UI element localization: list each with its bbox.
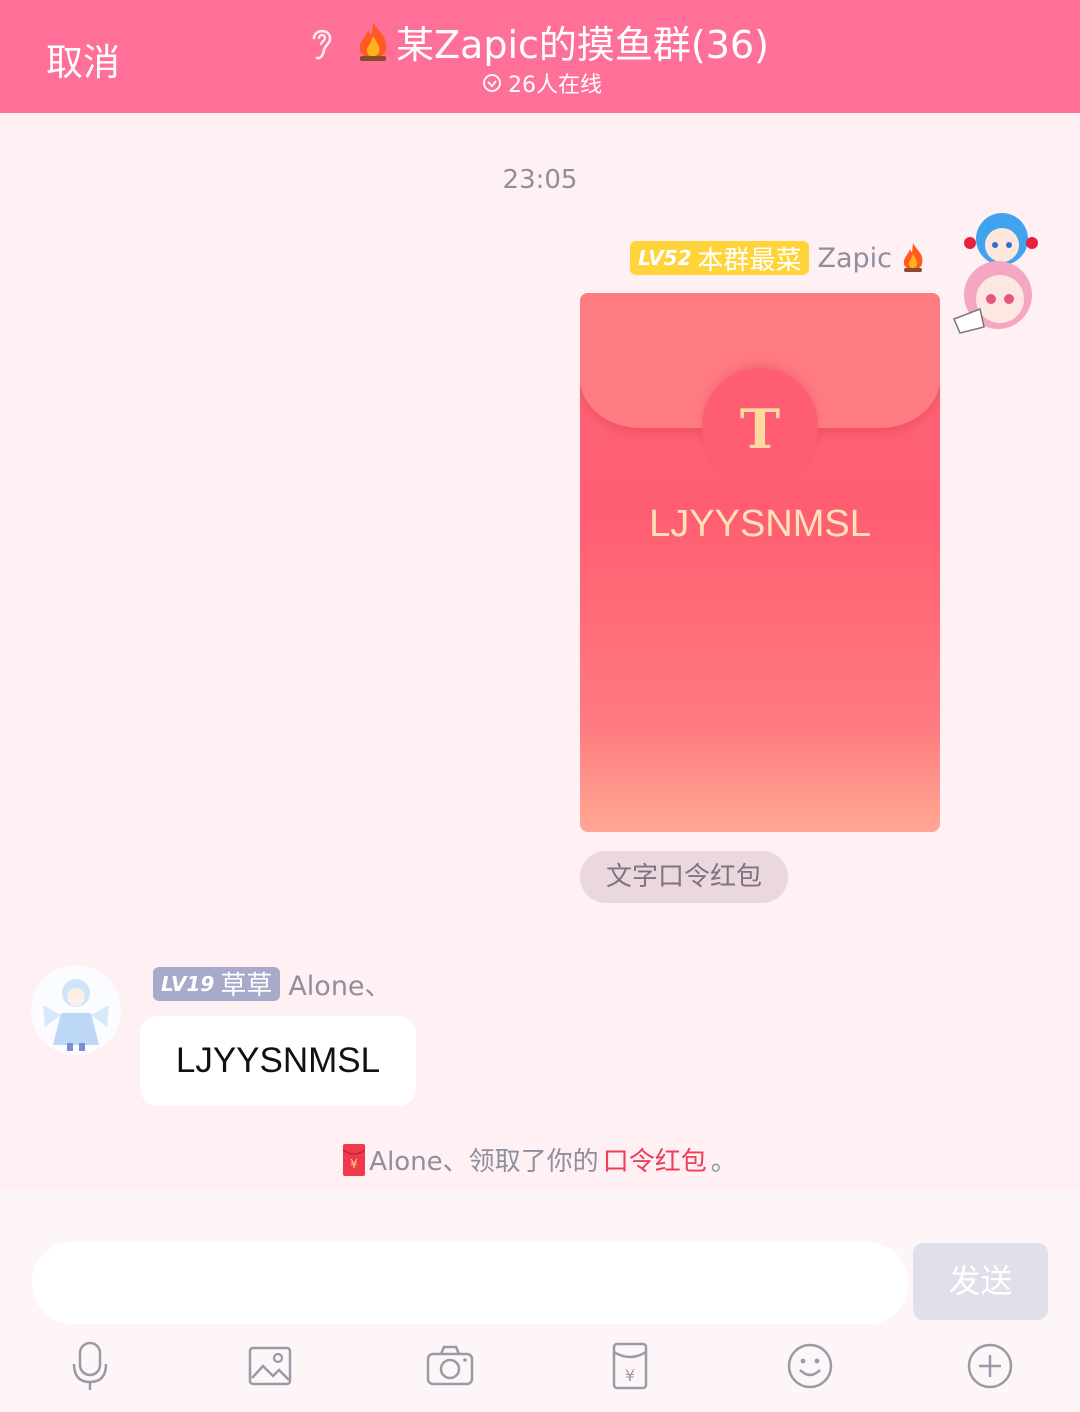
red-packet-icon: ¥: [343, 1143, 366, 1176]
composer-bar: 发送 ¥: [0, 1190, 1080, 1412]
other-sender-row: LV19 草草 Alone、: [153, 964, 392, 1003]
mic-icon[interactable]: [65, 1340, 115, 1392]
red-packet-card[interactable]: T LJYYSNMSL: [580, 293, 940, 832]
level-text: LV19: [161, 971, 215, 996]
level-badge: LV52 本群最菜: [630, 241, 810, 276]
sender-name: Alone、: [288, 971, 392, 1002]
emoji-icon[interactable]: [785, 1340, 835, 1392]
red-packet-code: LJYYSNMSL: [649, 503, 871, 545]
camera-icon[interactable]: [425, 1340, 475, 1392]
system-message-suffix: 。: [710, 1147, 737, 1177]
title-text: 草草: [220, 971, 273, 1001]
fire-icon: [903, 243, 923, 272]
sender-name: Zapic: [817, 242, 892, 274]
ear-icon[interactable]: [306, 24, 336, 64]
other-avatar[interactable]: [31, 965, 121, 1055]
level-text: LV52: [638, 246, 692, 270]
red-packet-tool-icon[interactable]: ¥: [605, 1340, 655, 1392]
my-avatar[interactable]: [950, 209, 1060, 339]
text-seal-icon: T: [739, 397, 781, 461]
plus-icon[interactable]: [965, 1340, 1015, 1392]
system-message-prefix: Alone、领取了你的: [369, 1147, 599, 1177]
red-packet-type-label: 文字口令红包: [580, 851, 788, 903]
title-text: 本群最菜: [697, 245, 802, 276]
chat-title-text: 某Zapic的摸鱼群(36): [396, 23, 769, 67]
cancel-button[interactable]: 取消: [46, 32, 120, 86]
message-input[interactable]: [32, 1242, 908, 1324]
level-badge: LV19 草草: [153, 966, 281, 1001]
message-timestamp: 23:05: [502, 165, 578, 195]
online-status: 26人在线: [482, 67, 602, 99]
image-icon[interactable]: [245, 1340, 295, 1392]
online-count: 26人在线: [508, 73, 602, 98]
send-button[interactable]: 发送: [913, 1243, 1048, 1320]
fire-icon: [359, 21, 387, 61]
svg-text:¥: ¥: [350, 1157, 358, 1171]
red-packet-link[interactable]: 口令红包: [603, 1141, 707, 1178]
my-sender-row: LV52 本群最菜 Zapic: [630, 241, 926, 276]
chat-area[interactable]: 23:05 LV52 本群最菜 Zapic T LJYYSNMSL 文字口令红包: [0, 113, 1080, 1190]
top-bar: 取消 某Zapic的摸鱼群(36) 26人在线: [0, 0, 1080, 113]
chat-title[interactable]: 某Zapic的摸鱼群(36): [354, 14, 769, 69]
system-message: ¥ Alone、领取了你的 口令红包。: [0, 1141, 1080, 1178]
check-circle-icon: [483, 74, 501, 92]
message-bubble[interactable]: LJYYSNMSL: [140, 1016, 416, 1106]
svg-text:¥: ¥: [625, 1366, 635, 1385]
